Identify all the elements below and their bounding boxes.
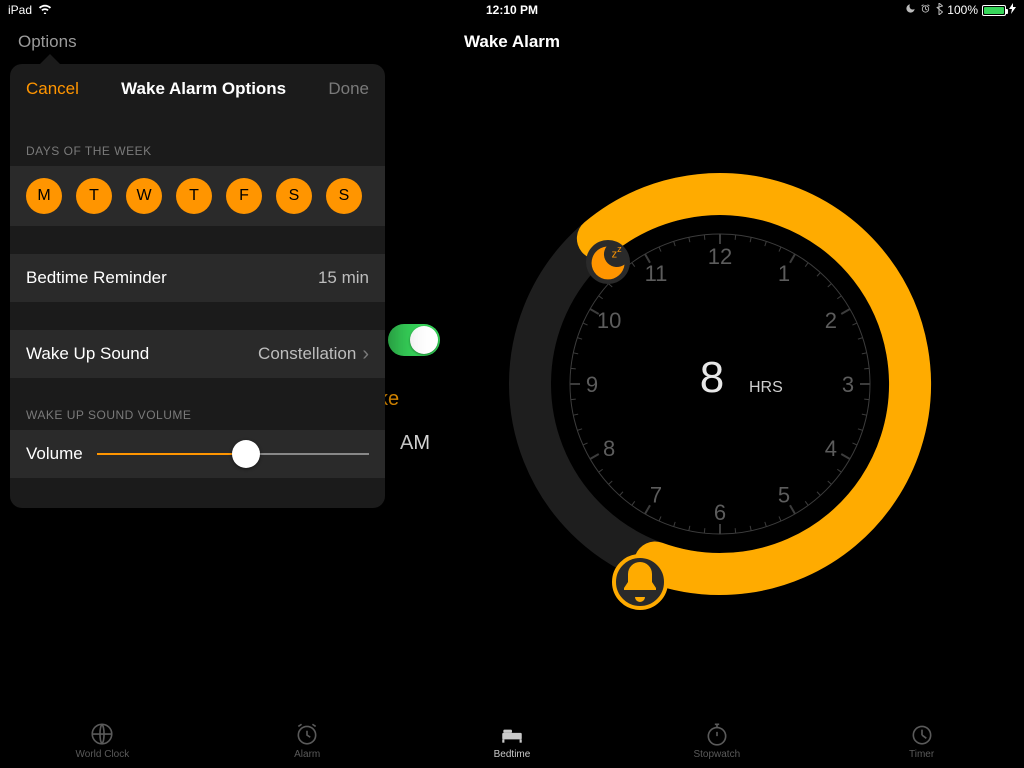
svg-text:2: 2 xyxy=(825,308,837,333)
day-toggle-1[interactable]: T xyxy=(76,178,112,214)
charging-icon xyxy=(1009,3,1016,17)
day-toggle-4[interactable]: F xyxy=(226,178,262,214)
svg-text:10: 10 xyxy=(597,308,621,333)
svg-text:7: 7 xyxy=(650,483,662,508)
main-content: ke AM 121234567891011 8 HRS zz Cancel xyxy=(0,64,1024,712)
days-of-week-row: MTWTFSS xyxy=(10,166,385,226)
tab-bedtime[interactable]: Bedtime xyxy=(410,712,615,768)
day-toggle-2[interactable]: W xyxy=(126,178,162,214)
volume-section-label: WAKE UP SOUND VOLUME xyxy=(10,378,385,430)
tab-label: Stopwatch xyxy=(693,749,740,760)
day-toggle-5[interactable]: S xyxy=(276,178,312,214)
bedtime-reminder-label: Bedtime Reminder xyxy=(26,268,167,288)
day-toggle-3[interactable]: T xyxy=(176,178,212,214)
tab-label: Alarm xyxy=(294,749,320,760)
status-bar: iPad 12:10 PM 100% xyxy=(0,0,1024,20)
wake-up-sound-label: Wake Up Sound xyxy=(26,344,149,364)
tab-alarm[interactable]: Alarm xyxy=(205,712,410,768)
done-button[interactable]: Done xyxy=(328,79,369,99)
svg-text:11: 11 xyxy=(645,261,668,286)
bedtime-reminder-row[interactable]: Bedtime Reminder 15 min xyxy=(10,254,385,302)
svg-text:9: 9 xyxy=(586,372,598,397)
bedtime-reminder-value: 15 min xyxy=(318,268,369,288)
options-button[interactable]: Options xyxy=(18,32,77,52)
device-label: iPad xyxy=(8,3,32,17)
battery-icon xyxy=(982,3,1016,17)
svg-text:4: 4 xyxy=(825,436,837,461)
cancel-button[interactable]: Cancel xyxy=(26,79,79,99)
day-toggle-6[interactable]: S xyxy=(326,178,362,214)
bedtime-enable-toggle[interactable] xyxy=(388,324,440,356)
dial-hours: 8 xyxy=(700,353,724,402)
bluetooth-icon xyxy=(935,3,943,18)
day-toggle-0[interactable]: M xyxy=(26,178,62,214)
bedtime-handle[interactable]: zz xyxy=(586,240,630,284)
nav-bar: Options Wake Alarm xyxy=(0,20,1024,64)
popover-title: Wake Alarm Options xyxy=(121,79,286,99)
wifi-icon xyxy=(38,3,52,17)
tab-label: Timer xyxy=(909,749,934,760)
svg-text:1: 1 xyxy=(778,261,790,286)
svg-text:3: 3 xyxy=(842,372,854,397)
tab-bar: World Clock Alarm Bedtime Stopwatch Timer xyxy=(0,712,1024,768)
tab-timer[interactable]: Timer xyxy=(819,712,1024,768)
chevron-right-icon: › xyxy=(362,343,369,366)
tab-label: Bedtime xyxy=(494,749,531,760)
status-time: 12:10 PM xyxy=(0,3,1024,17)
volume-label: Volume xyxy=(26,444,83,464)
page-title: Wake Alarm xyxy=(464,32,560,52)
wake-up-sound-value: Constellation xyxy=(258,344,356,364)
svg-text:12: 12 xyxy=(708,244,732,269)
sleep-dial[interactable]: 121234567891011 8 HRS zz xyxy=(500,164,940,604)
volume-slider[interactable] xyxy=(97,453,369,455)
dial-hours-unit: HRS xyxy=(749,379,783,396)
svg-text:z: z xyxy=(617,244,622,254)
wake-time-fragment: AM xyxy=(400,432,430,455)
battery-percent: 100% xyxy=(947,3,978,17)
dnd-icon xyxy=(905,3,916,17)
days-of-week-label: DAYS OF THE WEEK xyxy=(10,114,385,166)
svg-text:5: 5 xyxy=(778,483,790,508)
tab-stopwatch[interactable]: Stopwatch xyxy=(614,712,819,768)
tab-world-clock[interactable]: World Clock xyxy=(0,712,205,768)
tab-label: World Clock xyxy=(76,749,130,760)
wake-handle[interactable] xyxy=(612,554,668,610)
alarm-status-icon xyxy=(920,3,931,17)
svg-text:6: 6 xyxy=(714,500,726,525)
volume-row: Volume xyxy=(10,430,385,478)
wake-up-sound-row[interactable]: Wake Up Sound Constellation › xyxy=(10,330,385,378)
options-popover: Cancel Wake Alarm Options Done DAYS OF T… xyxy=(10,64,385,508)
svg-text:8: 8 xyxy=(603,436,615,461)
